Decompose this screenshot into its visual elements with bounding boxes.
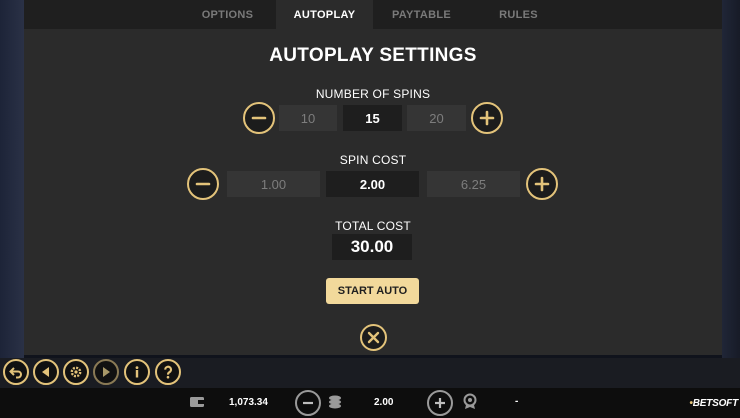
previous-icon bbox=[42, 367, 49, 377]
bottom-bar bbox=[0, 388, 740, 418]
start-auto-button[interactable]: START AUTO bbox=[326, 278, 419, 304]
info-button[interactable] bbox=[124, 359, 150, 385]
tab-options[interactable]: OPTIONS bbox=[179, 0, 276, 29]
tab-autoplay[interactable]: AUTOPLAY bbox=[276, 0, 373, 29]
win-trophy-icon bbox=[463, 393, 477, 409]
spin-cost-label: SPIN COST bbox=[339, 153, 407, 167]
minus-icon bbox=[251, 116, 267, 120]
minus-icon bbox=[303, 401, 313, 405]
spins-increase-button[interactable] bbox=[471, 102, 503, 134]
spin-cost-increase-button[interactable] bbox=[526, 168, 558, 200]
settings-button[interactable] bbox=[63, 359, 89, 385]
balance-value: 1,073.34 bbox=[229, 397, 268, 408]
coin-stack-icon bbox=[329, 395, 341, 409]
wallet-icon bbox=[190, 397, 204, 407]
game-reel-edge-right bbox=[722, 0, 740, 358]
spins-decrease-button[interactable] bbox=[243, 102, 275, 134]
spins-option-15[interactable]: 15 bbox=[343, 105, 402, 131]
total-cost-value: 30.00 bbox=[332, 234, 412, 260]
win-value: - bbox=[515, 396, 519, 407]
spins-label: NUMBER OF SPINS bbox=[315, 87, 431, 101]
bet-value: 2.00 bbox=[374, 397, 394, 408]
spin-cost-decrease-button[interactable] bbox=[187, 168, 219, 200]
page-title: AUTOPLAY SETTINGS bbox=[269, 45, 477, 66]
plus-icon bbox=[479, 110, 495, 126]
spin-cost-option-3[interactable]: 6.25 bbox=[427, 171, 520, 197]
plus-icon bbox=[534, 176, 550, 192]
game-reel-edge-left bbox=[0, 0, 24, 358]
bet-decrease-button[interactable] bbox=[295, 390, 321, 416]
close-button[interactable] bbox=[360, 324, 387, 351]
close-icon bbox=[367, 331, 380, 344]
help-button[interactable] bbox=[155, 359, 181, 385]
total-cost-label: TOTAL COST bbox=[335, 219, 411, 233]
back-button[interactable] bbox=[3, 359, 29, 385]
bet-increase-button[interactable] bbox=[427, 390, 453, 416]
autoplay-panel: OPTIONS AUTOPLAY PAYTABLE RULES AUTOPLAY… bbox=[24, 0, 722, 355]
info-icon bbox=[135, 366, 139, 378]
spins-option-20[interactable]: 20 bbox=[407, 105, 466, 131]
tab-rules[interactable]: RULES bbox=[470, 0, 567, 29]
help-icon bbox=[164, 365, 173, 379]
spins-option-10[interactable]: 10 bbox=[279, 105, 337, 131]
next-icon bbox=[103, 367, 110, 377]
spin-cost-option-1[interactable]: 1.00 bbox=[227, 171, 320, 197]
betsoft-logo: •BETSOFT bbox=[689, 398, 738, 409]
tab-bar: OPTIONS AUTOPLAY PAYTABLE RULES bbox=[24, 0, 722, 29]
gear-icon bbox=[70, 366, 82, 378]
plus-icon bbox=[435, 398, 445, 408]
tab-paytable[interactable]: PAYTABLE bbox=[373, 0, 470, 29]
logo-text: BETSOFT bbox=[692, 398, 738, 409]
spin-cost-option-2[interactable]: 2.00 bbox=[326, 171, 419, 197]
next-button[interactable] bbox=[93, 359, 119, 385]
minus-icon bbox=[195, 182, 211, 186]
previous-button[interactable] bbox=[33, 359, 59, 385]
back-arrow-icon bbox=[9, 367, 22, 379]
